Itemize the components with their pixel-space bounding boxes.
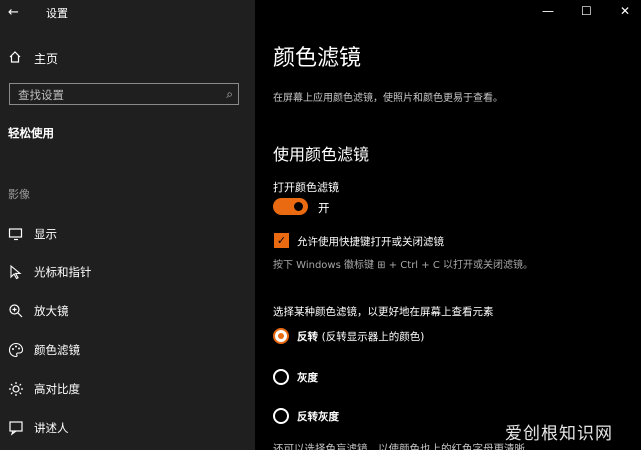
- shortcut-checkbox[interactable]: ✓: [274, 233, 289, 248]
- sidebar-item-magnifier[interactable]: 放大镜: [0, 298, 255, 324]
- app-title: 设置: [46, 7, 68, 20]
- radio-button[interactable]: [273, 408, 289, 424]
- sidebar-item-label: 显示: [34, 227, 57, 241]
- sidebar-item-narrator[interactable]: 讲述人: [0, 415, 255, 441]
- back-arrow-icon[interactable]: ←: [8, 5, 19, 20]
- magnifier-icon: [9, 304, 23, 318]
- sidebar: ← 设置 主页 查找设置 ⌕ 轻松使用 影像 显示 光标和指针 放大镜 颜色滤镜…: [0, 0, 255, 450]
- main-pane: — ☐ ✕ 颜色滤镜 在屏幕上应用颜色滤镜，使照片和颜色更易于查看。 使用颜色滤…: [255, 0, 641, 450]
- close-button[interactable]: ✕: [620, 4, 630, 18]
- toggle-label: 打开颜色滤镜: [273, 181, 339, 194]
- narrator-icon: [9, 421, 23, 436]
- search-input[interactable]: 查找设置 ⌕: [9, 83, 239, 105]
- radio-label: 灰度: [297, 372, 318, 384]
- toggle-state: 开: [318, 201, 330, 215]
- group-heading: 影像: [8, 188, 30, 201]
- radio-label: 反转灰度: [297, 411, 339, 423]
- sidebar-item-label: 高对比度: [34, 382, 80, 396]
- sidebar-item-home[interactable]: 主页: [0, 46, 255, 70]
- toggle-knob: [294, 202, 303, 211]
- radio-label: 反转 (反转显示器上的颜色): [297, 331, 425, 343]
- sidebar-item-label: 颜色滤镜: [34, 343, 80, 357]
- radio-button[interactable]: [273, 369, 289, 385]
- page-description: 在屏幕上应用颜色滤镜，使照片和颜色更易于查看。: [273, 93, 503, 104]
- search-icon[interactable]: ⌕: [226, 87, 233, 102]
- home-icon: [9, 51, 21, 63]
- shortcut-checkbox-label[interactable]: 允许使用快捷键打开或关闭滤镜: [297, 234, 444, 249]
- sidebar-item-display[interactable]: 显示: [0, 221, 255, 247]
- sidebar-item-label: 讲述人: [34, 421, 69, 435]
- filter-select-label: 选择某种颜色滤镜，以更好地在屏幕上查看元素: [273, 306, 494, 318]
- section-heading: 轻松使用: [8, 126, 54, 140]
- sidebar-item-cursor[interactable]: 光标和指针: [0, 259, 255, 285]
- palette-icon: [8, 342, 24, 358]
- monitor-icon: [8, 228, 23, 241]
- shortcut-hint: 按下 Windows 徽标键 ⊞ + Ctrl + C 以打开或关闭滤镜。: [273, 260, 533, 271]
- watermark: 爱创根知识网: [505, 424, 613, 444]
- sidebar-item-label: 主页: [34, 52, 59, 66]
- color-filter-toggle[interactable]: [273, 198, 308, 215]
- sidebar-item-label: 放大镜: [34, 304, 69, 318]
- sidebar-item-color-filters[interactable]: 颜色滤镜: [0, 337, 255, 363]
- checkmark-icon: ✓: [276, 234, 287, 247]
- page-title: 颜色滤镜: [273, 46, 362, 71]
- sidebar-item-high-contrast[interactable]: 高对比度: [0, 376, 255, 402]
- cursor-icon: [10, 264, 22, 280]
- cut-off-text: 还可以选择色盲滤镜，以使颜色也上的红色字母更清晰: [273, 443, 525, 450]
- search-placeholder: 查找设置: [18, 88, 64, 102]
- minimize-button[interactable]: —: [542, 4, 554, 18]
- section-title: 使用颜色滤镜: [273, 145, 370, 164]
- maximize-button[interactable]: ☐: [581, 4, 592, 18]
- brightness-icon: [9, 382, 23, 396]
- sidebar-item-label: 光标和指针: [34, 265, 92, 279]
- radio-button[interactable]: [273, 328, 289, 344]
